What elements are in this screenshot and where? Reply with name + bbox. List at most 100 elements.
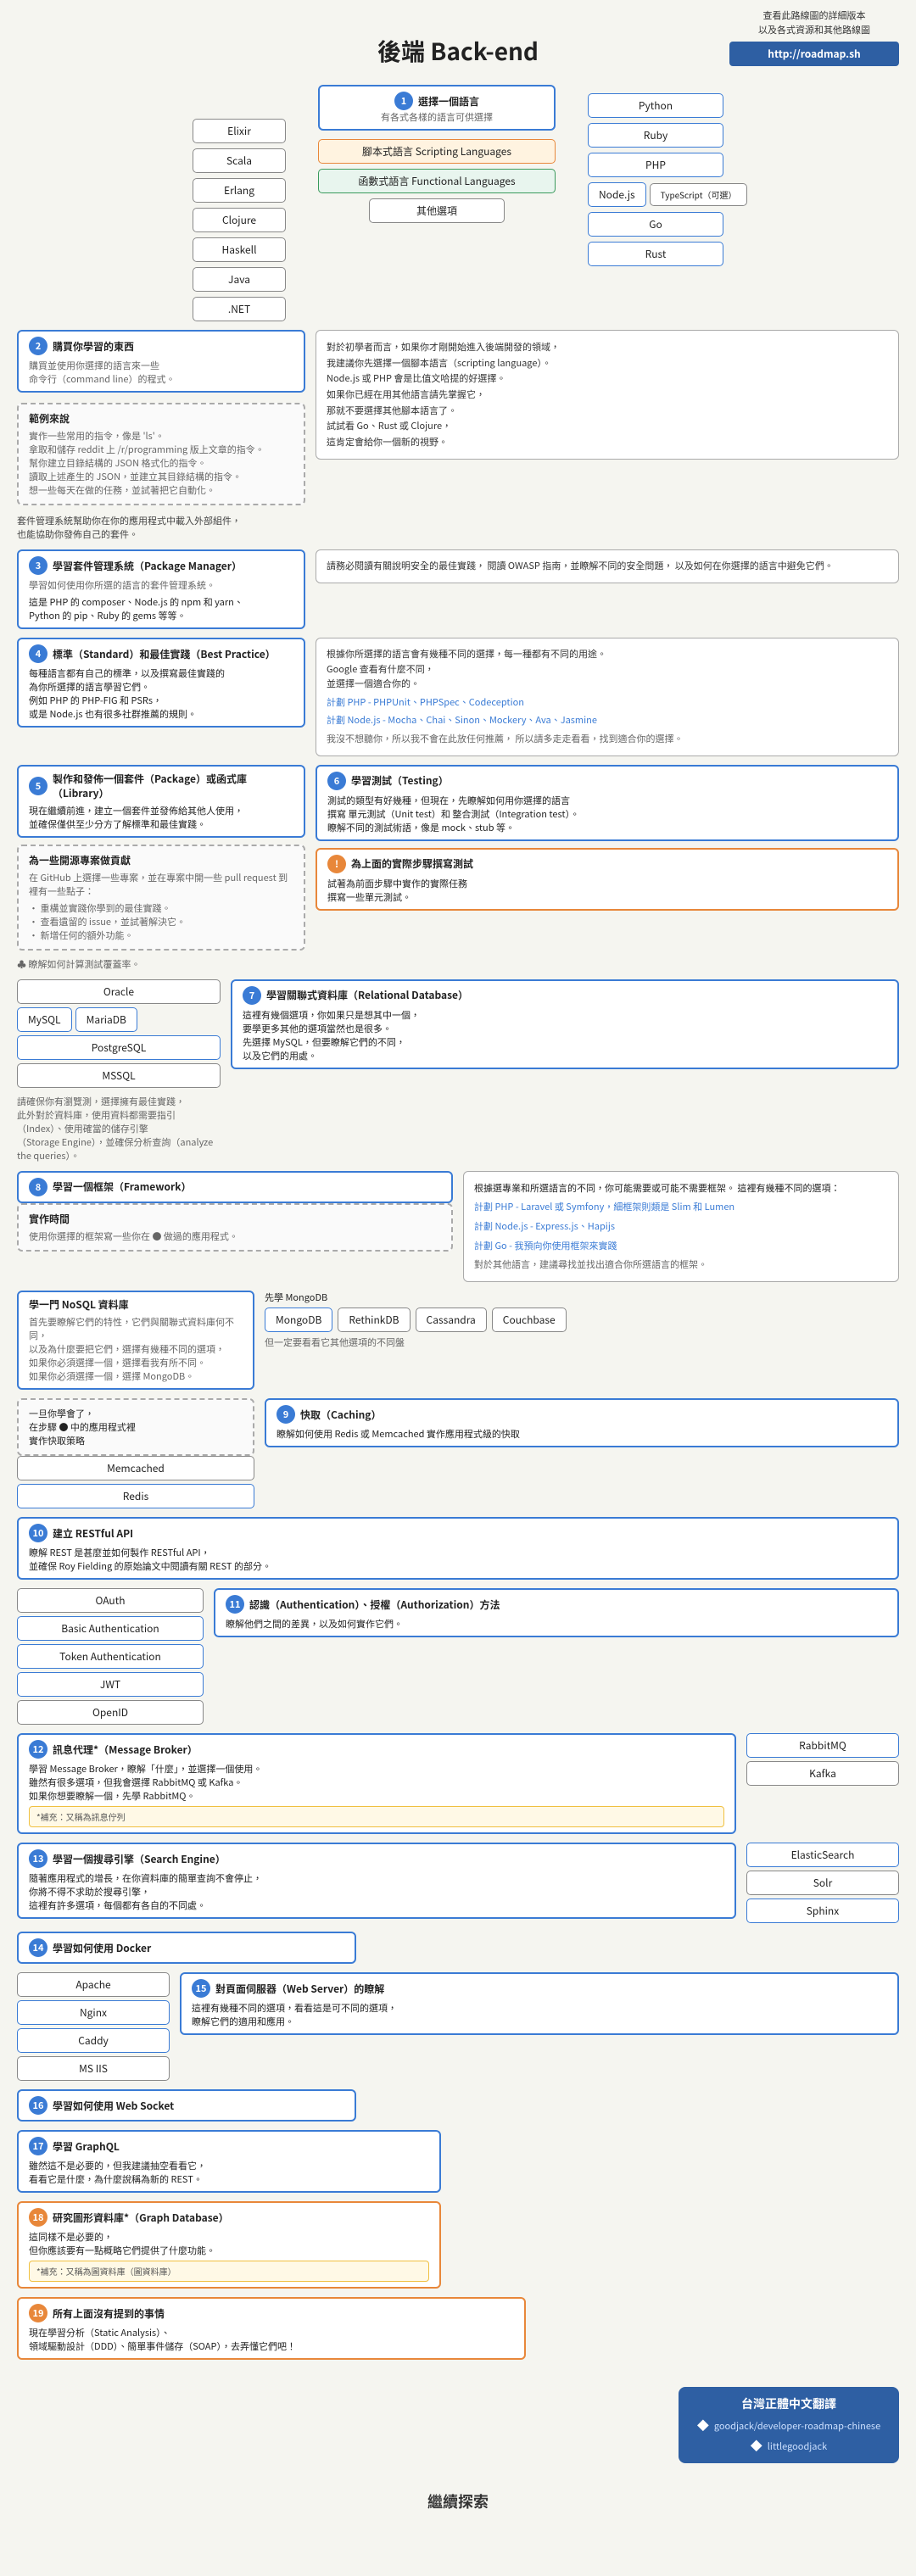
node-nodejs: Node.js	[588, 182, 646, 207]
testing-details: 測試的類型有好幾種，但現在，先瞭解如何用你選擇的語言 撰寫 單元測試（Unit …	[327, 794, 887, 834]
standards-title: 標準（Standard）和最佳實踐（Best Practice）	[53, 647, 276, 661]
left-language-list: Elixir Scala Erlang Clojure Haskell Java…	[193, 119, 286, 321]
search-list: ElasticSearch Solr Sphinx	[746, 1843, 899, 1923]
framework-note-intro: 根據選專業和所選語言的不同，你可能需要或可能不需要框架。 這裡有幾種不同的選項：	[474, 1180, 888, 1196]
node-solr: Solr	[746, 1871, 899, 1895]
make-package-box: 5 製作和發佈一個套件（Package）或函式庫（Library） 現在繼續前進…	[17, 765, 305, 838]
badge-4: 4	[29, 644, 47, 663]
learn-explanation: 對於初學者而言，如果你才剛開始進入後端開發的領域， 我建議你先選擇一個腳本語言（…	[316, 330, 899, 460]
framework-nodejs: 計劃 Node.js - Express.js、Hapijs	[474, 1218, 888, 1235]
learn-box: 2 購買你學習的東西 購買並使用你選擇的語言來一些 命令行（command li…	[17, 330, 305, 393]
auth-details: 瞭解他們之間的差異，以及如何實作它們。	[226, 1617, 887, 1631]
badge-15: 15	[192, 1979, 210, 1998]
search-engine-title: 學習一個搜尋引擎（Search Engine）	[53, 1852, 226, 1866]
taiwan-link2[interactable]: littlegoodjack	[768, 2439, 827, 2453]
auth-box: 11 認識（Authentication）、授權（Authorization）方…	[214, 1588, 899, 1637]
node-postgresql: PostgreSQL	[17, 1035, 221, 1060]
node-elixir: Elixir	[193, 119, 286, 143]
node-caddy: Caddy	[17, 2028, 170, 2053]
all-things-box: 19 所有上面沒有提到的事情 現在學習分析（Static Analysis）、 …	[17, 2297, 526, 2360]
learn-subtitle: 購買並使用你選擇的語言來一些 命令行（command line）的程式。	[29, 359, 293, 386]
caching-once-box: 一旦你學會了， 在步驟 ● 中的應用程式裡 實作快取策略	[17, 1398, 254, 1456]
twitter-icon: ◆	[751, 2438, 762, 2455]
nosql-primary: 先學 MongoDB	[265, 1291, 899, 1304]
practical-test-details: 試著為前面步驟中實作的實際任務 撰寫一些單元測試。	[327, 877, 887, 904]
pick-one-subtitle: 有各式各樣的語言可供選擇	[330, 110, 544, 124]
node-cassandra: Cassandra	[416, 1308, 487, 1332]
framework-other: 對於其他語言，建議尋找並找出適合你所選語言的框架。	[474, 1257, 888, 1273]
node-scala: Scala	[193, 148, 286, 173]
node-mongodb: MongoDB	[265, 1308, 332, 1332]
example-section: 範例來說 實作一些常用的指令，像是 'ls'。 拿取和儲存 reddit 上 /…	[17, 403, 305, 505]
node-msiis: MS IIS	[17, 2056, 170, 2081]
db-extra-note: 請確保你有瀏覽測，選擇擁有最佳實踐， 此外對於資料庫，使用資料都需要指引（Ind…	[17, 1095, 221, 1163]
badge-13: 13	[29, 1849, 47, 1868]
node-java: Java	[193, 267, 286, 292]
framework-options-box: 根據選專業和所選語言的不同，你可能需要或可能不需要框架。 這裡有幾種不同的選項：…	[463, 1171, 899, 1282]
node-basic-auth: Basic Authentication	[17, 1616, 204, 1641]
right-language-list: Python Ruby PHP Node.js TypeScript（可選） G…	[588, 93, 723, 266]
node-go: Go	[588, 212, 723, 237]
restful-section: 10 建立 RESTful API 瞭解 REST 是甚麼並如何製作 RESTf…	[17, 1517, 899, 1580]
node-openid: OpenID	[17, 1700, 204, 1725]
graphql-section: 17 學習 GraphQL 雖然這不是必要的，但我建議抽空看看它， 看看它是什麼…	[17, 2130, 899, 2193]
auth-section: 11 認識（Authentication）、授權（Authorization）方…	[214, 1588, 899, 1637]
node-redis: Redis	[17, 1484, 254, 1508]
node-dotnet: .NET	[193, 297, 286, 321]
standards-extra: 根據你所選擇的語言會有幾種不同的選擇，每一種都有不同的用途。 Google 查看…	[316, 638, 899, 756]
auth-title: 認識（Authentication）、授權（Authorization）方法	[249, 1597, 500, 1612]
contribute-line2: • 查看遺留的 issue，並試著解決它。	[29, 915, 293, 928]
practical-test-box: ! 為上面的實際步驟撰寫測試 試著為前面步驟中實作的實際任務 撰寫一些單元測試。	[316, 848, 899, 911]
nosql-details: 首先要瞭解它們的特性，它們與關聯式資料庫何不同， 以及為什麼要把它們，選擇有幾種…	[29, 1315, 243, 1383]
message-broker-box: 12 訊息代理*（Message Broker） 學習 Message Brok…	[17, 1733, 736, 1834]
contribute-title: 為一些開源專案做貢獻	[29, 853, 293, 867]
pick-one-title: 選擇一個語言	[418, 94, 479, 109]
caching-details: 瞭解如何使用 Redis 或 Memcached 實作應用程式級的快取	[276, 1427, 887, 1441]
graphdb-details: 這同樣不是必要的， 但你應該要有一點概略它們提供了什麼功能。	[29, 2230, 429, 2257]
node-sphinx: Sphinx	[746, 1899, 899, 1923]
node-nginx: Nginx	[17, 2000, 170, 2025]
badge-6: 6	[327, 772, 346, 790]
functional-label: 函數式語言 Functional Languages	[358, 174, 515, 188]
learn-title: 購買你學習的東西	[53, 339, 134, 354]
relational-db-title: 學習關聯式資料庫（Relational Database）	[266, 988, 468, 1002]
node-memcached: Memcached	[17, 1456, 254, 1480]
relational-db-box: 7 學習關聯式資料庫（Relational Database） 這裡有幾個選項，…	[231, 979, 899, 1069]
testing-box: 6 學習測試（Testing） 測試的類型有好幾種，但現在，先瞭解如何用你選擇的…	[316, 765, 899, 841]
badge-16: 16	[29, 2096, 47, 2115]
node-mysql: MySQL	[17, 1007, 72, 1032]
node-rethinkdb: RethinkDB	[338, 1308, 410, 1332]
badge-12: 12	[29, 1740, 47, 1759]
node-rust: Rust	[588, 242, 723, 266]
standards-section: 4 標準（Standard）和最佳實踐（Best Practice） 每種語言都…	[17, 638, 305, 728]
testing-php: 計劃 PHP - PHPUnit、PHPSpec、Codeception	[327, 695, 888, 711]
page-wrapper: 查看此路線圖的詳細版本 以及各式資源和其他路線圖 http://roadmap.…	[0, 0, 916, 2576]
example-line1: 拿取和儲存 reddit 上 /r/programming 版上文章的指令。	[29, 443, 293, 456]
framework-go: 計劃 Go - 我預向你使用框架來實踐	[474, 1238, 888, 1254]
caching-inner: 9 快取（Caching） 瞭解如何使用 Redis 或 Memcached 實…	[265, 1398, 899, 1447]
node-couchbase: Couchbase	[492, 1308, 567, 1332]
taiwan-link1[interactable]: goodjack/developer-roadmap-chinese	[714, 2419, 880, 2433]
security-note: 請務必閱讀有關說明安全的最佳實踐， 閱讀 OWASP 指南，並瞭解不同的安全問題…	[316, 549, 899, 583]
all-things-details: 現在學習分析（Static Analysis）、 領域驅動設計（DDD）、簡單事…	[29, 2326, 514, 2353]
scripting-label: 腳本式語言 Scripting Languages	[362, 144, 511, 159]
websocket-title: 學習如何使用 Web Socket	[53, 2099, 174, 2113]
graphdb-section: 18 研究圖形資料庫*（Graph Database） 這同樣不是必要的， 但你…	[17, 2201, 899, 2289]
example-line2: 幫你建立目錄結構的 JSON 格式化的指令。	[29, 456, 293, 470]
node-elasticsearch: ElasticSearch	[746, 1843, 899, 1867]
message-broker-details: 學習 Message Broker，瞭解「什麼」，並選擇一個使用。 雖然有很多選…	[29, 1762, 724, 1803]
badge-practical: !	[327, 855, 346, 873]
functional-box: 函數式語言 Functional Languages	[318, 169, 556, 193]
standards-lang-note: 根據你所選擇的語言會有幾種不同的選擇，每一種都有不同的用途。 Google 查看…	[327, 647, 888, 692]
message-broker-nodes: RabbitMQ Kafka	[746, 1733, 899, 1786]
node-rabbitmq: RabbitMQ	[746, 1733, 899, 1758]
all-things-title: 所有上面沒有提到的事情	[53, 2306, 165, 2321]
roadmap-url[interactable]: http://roadmap.sh	[729, 42, 899, 66]
framework-title: 學習一個框架（Framework）	[53, 1179, 191, 1194]
example-title: 範例來說	[29, 411, 293, 426]
badge-5: 5	[29, 777, 47, 795]
badge-8: 8	[29, 1178, 47, 1196]
node-oracle: Oracle	[17, 979, 221, 1004]
websocket-section: 16 學習如何使用 Web Socket	[17, 2089, 899, 2122]
contribute-line3: • 新增任何的額外功能。	[29, 928, 293, 942]
